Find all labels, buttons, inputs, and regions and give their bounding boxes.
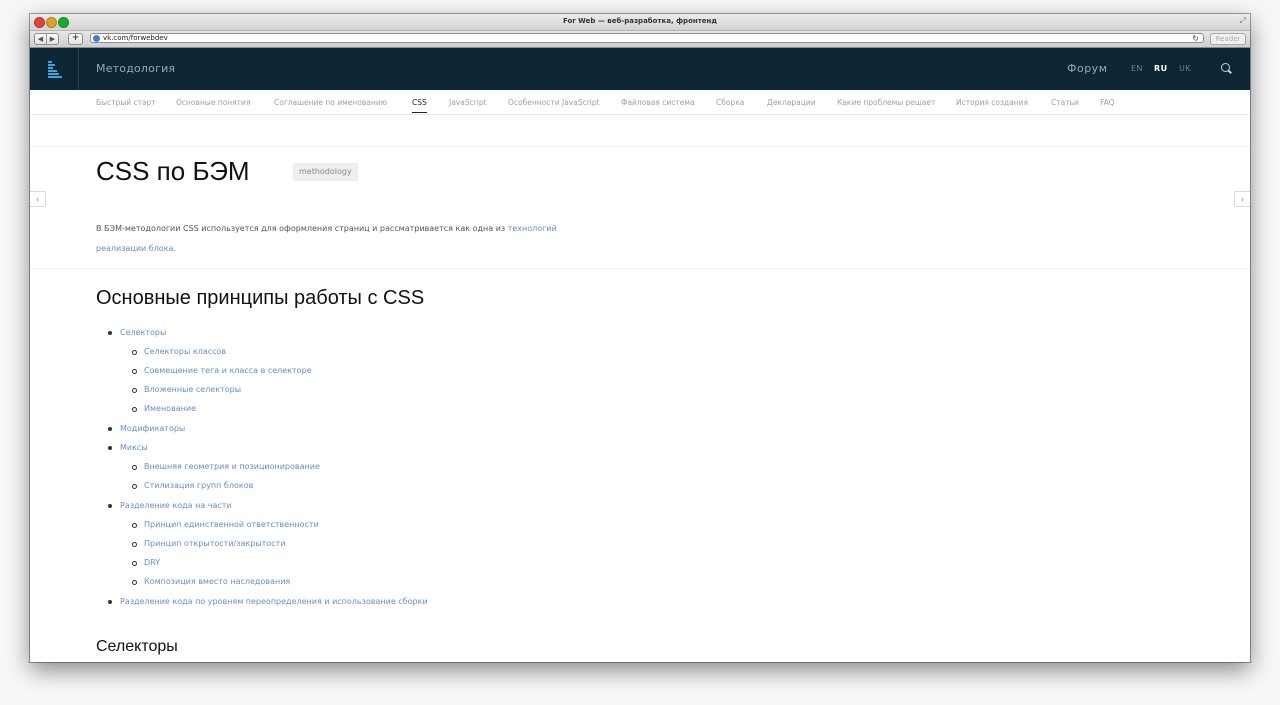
toc-item[interactable]: Разделение кода на части <box>108 501 232 510</box>
divider <box>30 146 1250 147</box>
add-bookmark-button[interactable]: + <box>68 33 83 45</box>
toc-item[interactable]: Миксы <box>108 443 148 452</box>
section-title-link[interactable]: Методология <box>96 62 175 75</box>
nav-item-javascript[interactable]: JavaScript <box>449 98 487 107</box>
nav-item-css[interactable]: CSS <box>412 98 427 113</box>
toc-item[interactable]: Именование <box>132 404 196 413</box>
lang-uk[interactable]: UK <box>1179 64 1191 73</box>
selectors-heading: Селекторы <box>96 638 178 655</box>
toc-item[interactable]: Принцип единственной ответственности <box>132 520 319 529</box>
toc-item[interactable]: Композиция вместо наследования <box>132 577 290 586</box>
back-button[interactable]: ◀ <box>35 34 46 44</box>
toc-item[interactable]: DRY <box>132 558 160 567</box>
site-header: Методология Форум EN RU UK <box>30 48 1250 90</box>
nav-item-problems[interactable]: Какие проблемы решает <box>837 98 935 107</box>
url-text: vk.com/forwebdev <box>103 34 168 42</box>
toc-item[interactable]: Принцип открытости/закрытости <box>132 539 285 548</box>
fullscreen-icon[interactable]: ⤢ <box>1240 16 1246 26</box>
browser-window: For Web — веб-разработка, фронтенд ⤢ ◀ ▶… <box>30 14 1250 662</box>
nav-item-declarations[interactable]: Декларации <box>767 98 816 107</box>
toc-item[interactable]: Селекторы классов <box>132 347 226 356</box>
nav-item-articles[interactable]: Статьи <box>1051 98 1079 107</box>
category-tag[interactable]: methodology <box>293 163 358 181</box>
forward-button[interactable]: ▶ <box>46 34 58 44</box>
reader-button[interactable]: Reader <box>1210 33 1246 45</box>
search-icon[interactable] <box>1221 63 1230 72</box>
reload-icon[interactable]: ↻ <box>1192 34 1199 44</box>
nav-item-build[interactable]: Сборка <box>716 98 744 107</box>
prev-page-arrow[interactable]: ‹ <box>30 191 46 207</box>
toc-item[interactable]: Селекторы <box>108 328 166 337</box>
toc-item[interactable]: Разделение кода по уровням переопределен… <box>108 597 428 606</box>
toc-item[interactable]: Модификаторы <box>108 424 185 433</box>
divider <box>30 268 1250 269</box>
window-title: For Web — веб-разработка, фронтенд <box>562 17 718 25</box>
address-bar[interactable]: vk.com/forwebdev ↻ <box>90 33 1204 43</box>
nav-item-naming[interactable]: Соглашение по именованию <box>274 98 387 107</box>
history-buttons: ◀ ▶ <box>34 33 59 45</box>
nav-item-faq[interactable]: FAQ <box>1100 98 1115 107</box>
next-page-arrow[interactable]: › <box>1234 191 1250 207</box>
principles-heading: Основные принципы работы с CSS <box>96 287 425 309</box>
nav-item-file-system[interactable]: Файловая система <box>621 98 695 107</box>
section-nav: Быстрый старт Основные понятия Соглашени… <box>30 90 1250 115</box>
page-title: CSS по БЭМ <box>96 156 250 186</box>
logo-icon[interactable] <box>30 48 79 90</box>
forum-link[interactable]: Форум <box>1067 62 1108 75</box>
lang-en[interactable]: EN <box>1131 64 1143 73</box>
intro-text: В БЭМ-методологии CSS используется для о… <box>96 224 508 233</box>
toc-item[interactable]: Совмещение тега и класса в селекторе <box>132 366 312 375</box>
nav-item-js-features[interactable]: Особенности JavaScript <box>508 98 600 107</box>
nav-item-history[interactable]: История создания <box>956 98 1028 107</box>
browser-toolbar: ◀ ▶ + vk.com/forwebdev ↻ Reader <box>30 31 1250 48</box>
intro-end: . <box>173 244 176 253</box>
lang-ru[interactable]: RU <box>1154 64 1168 73</box>
toc-item[interactable]: Внешняя геометрия и позиционирование <box>132 462 320 471</box>
toc-item[interactable]: Вложенные селекторы <box>132 385 241 394</box>
nav-item-quick-start[interactable]: Быстрый старт <box>96 98 156 107</box>
title-bar: For Web — веб-разработка, фронтенд ⤢ <box>30 14 1250 31</box>
nav-item-key-concepts[interactable]: Основные понятия <box>176 98 250 107</box>
toc-item[interactable]: Стилизация групп блоков <box>132 481 253 490</box>
intro-paragraph: В БЭМ-методологии CSS используется для о… <box>96 219 566 259</box>
globe-icon <box>93 34 100 42</box>
